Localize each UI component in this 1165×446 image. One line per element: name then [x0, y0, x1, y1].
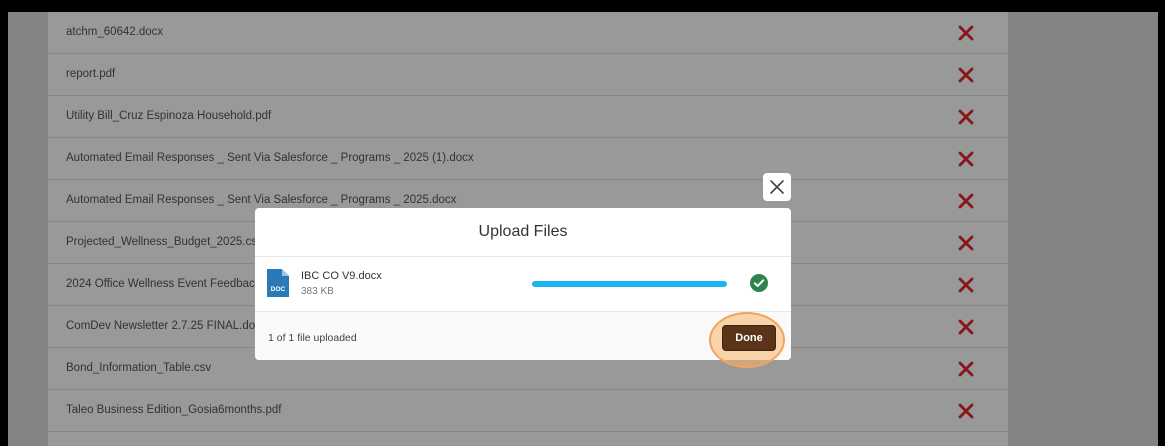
close-modal-button[interactable] [763, 173, 791, 201]
close-icon [770, 180, 784, 194]
uploaded-file-name: IBC CO V9.docx [301, 270, 382, 282]
upload-item: DOC IBC CO V9.docx 383 KB [255, 257, 791, 311]
doc-icon-label: DOC [271, 286, 286, 293]
modal-title: Upload Files [478, 223, 568, 240]
upload-progress-bar [532, 281, 727, 287]
upload-progress-fill [532, 281, 727, 287]
doc-file-icon: DOC [267, 269, 289, 297]
done-button[interactable]: Done [722, 325, 776, 351]
upload-status-text: 1 of 1 file uploaded [268, 332, 357, 344]
check-circle-icon [750, 274, 768, 292]
uploaded-file-size: 383 KB [301, 286, 334, 297]
modal-header: Upload Files [255, 208, 791, 257]
